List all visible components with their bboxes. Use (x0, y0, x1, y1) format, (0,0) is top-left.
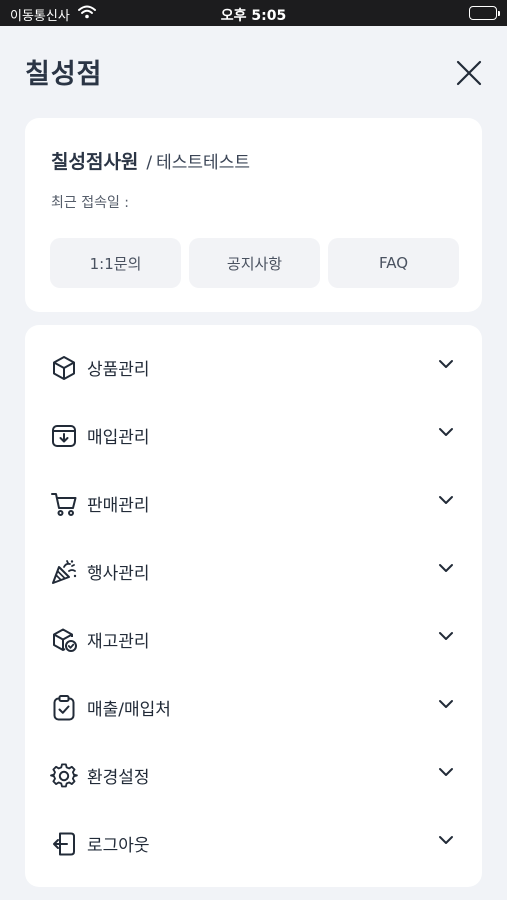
menu-item-label: 판매관리 (87, 496, 150, 516)
status-time: 오후 5:05 (220, 8, 287, 24)
faq-button[interactable]: FAQ (328, 238, 459, 288)
menu-item-product[interactable]: 상품관리 (25, 325, 482, 393)
chevron-down-icon (439, 632, 453, 640)
chevron-down-icon (439, 360, 453, 368)
menu-item-label: 행사관리 (87, 564, 150, 584)
close-icon (456, 60, 482, 86)
chevron-down-icon (439, 564, 453, 572)
profile-user-id: 테스트테스트 (156, 153, 250, 173)
profile-separator: / (146, 153, 153, 173)
page-title: 칠성점 (25, 59, 103, 90)
menu-item-purchase[interactable]: 매입관리 (25, 393, 482, 461)
menu-item-label: 상품관리 (87, 360, 150, 380)
menu-card: 상품관리 매입관리 판매관리 행사관리 재고관리 매출/매입처 환경설정 로그아… (25, 325, 482, 887)
last-access-label: 최근 접속일 : (51, 195, 130, 211)
inquiry-button[interactable]: 1:1문의 (50, 238, 181, 288)
menu-item-event[interactable]: 행사관리 (25, 529, 482, 597)
archive-download-icon (52, 425, 76, 447)
box-check-icon (53, 628, 77, 652)
clipboard-check-icon (53, 695, 75, 721)
battery-icon (469, 6, 500, 20)
profile-name-row: 칠성점사원 / 테스트테스트 (51, 147, 250, 174)
menu-item-sales[interactable]: 판매관리 (25, 461, 482, 529)
menu-item-accounts[interactable]: 매출/매입처 (25, 665, 482, 733)
chevron-down-icon (439, 496, 453, 504)
gear-icon (50, 763, 78, 788)
chevron-down-icon (439, 768, 453, 776)
menu-item-label: 로그아웃 (87, 836, 150, 856)
menu-item-logout[interactable]: 로그아웃 (25, 801, 482, 869)
menu-item-label: 환경설정 (87, 768, 150, 788)
party-popper-icon (52, 560, 77, 584)
menu-item-label: 매입관리 (87, 428, 150, 448)
status-bar: 이동통신사 오후 5:05 (0, 0, 507, 26)
menu-item-inventory[interactable]: 재고관리 (25, 597, 482, 665)
box-icon (53, 356, 75, 380)
quick-button-group: 1:1문의 공지사항 FAQ (50, 238, 459, 288)
profile-card: 칠성점사원 / 테스트테스트 최근 접속일 : 1:1문의 공지사항 FAQ (25, 118, 482, 312)
close-button[interactable] (452, 56, 486, 90)
menu-item-label: 매출/매입처 (87, 700, 171, 720)
chevron-down-icon (439, 428, 453, 436)
notice-button[interactable]: 공지사항 (189, 238, 320, 288)
menu-item-settings[interactable]: 환경설정 (25, 733, 482, 801)
cart-icon (51, 493, 77, 516)
logout-icon (53, 832, 75, 856)
chevron-down-icon (439, 836, 453, 844)
profile-name: 칠성점사원 (51, 151, 139, 173)
chevron-down-icon (439, 700, 453, 708)
menu-item-label: 재고관리 (87, 632, 150, 652)
